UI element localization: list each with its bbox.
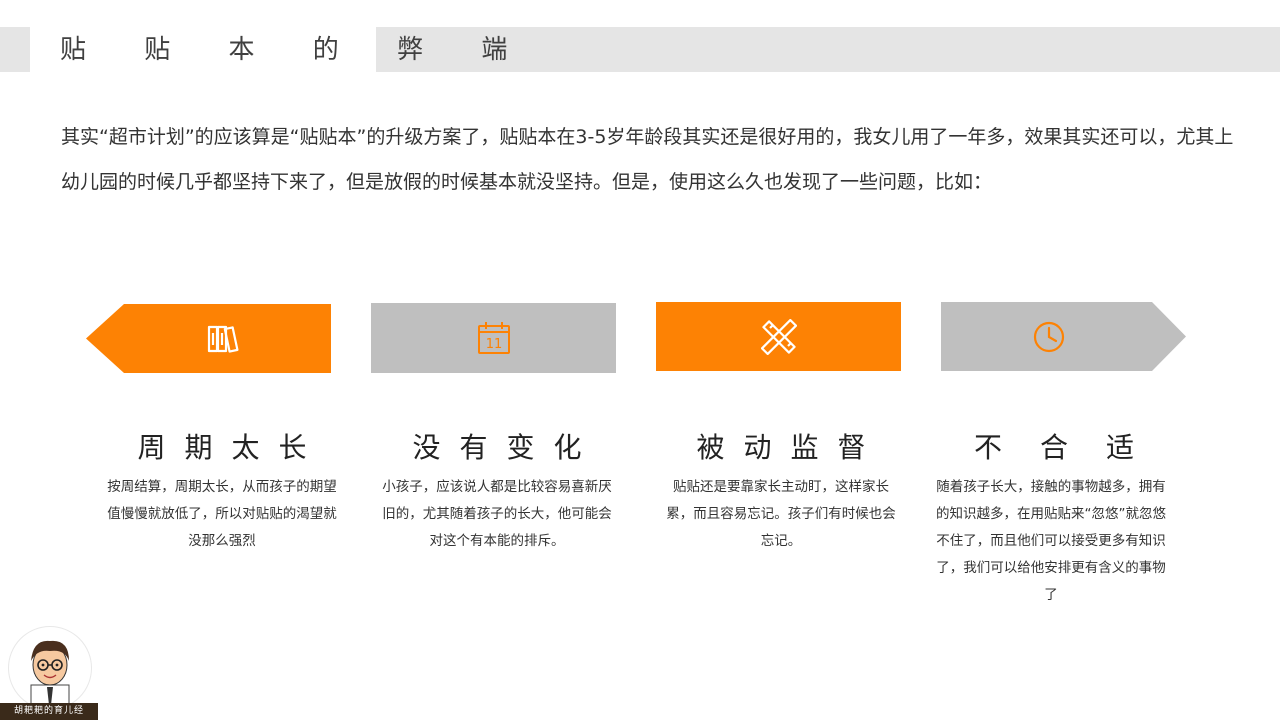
step-banner-1 — [86, 304, 331, 373]
card-passive-supervision: 被动监督 贴贴还是要靠家长主动盯，这样家长累，而且容易忘记。孩子们有时候也会忘记… — [666, 428, 896, 555]
card-body: 按周结算，周期太长，从而孩子的期望值慢慢就放低了，所以对贴贴的渴望就没那么强烈 — [107, 479, 337, 549]
books-icon — [207, 325, 239, 353]
step-banner-3 — [656, 302, 901, 371]
brand-label: 胡耙耙的育儿经 — [0, 703, 98, 720]
card-unsuitable: 不合适 随着孩子长大，接触的事物越多，拥有的知识越多，在用贴贴来“忽悠”就忽悠不… — [936, 428, 1166, 609]
card-body: 贴贴还是要靠家长主动盯，这样家长累，而且容易忘记。孩子们有时候也会忘记。 — [666, 479, 896, 549]
step-banner-2: 11 — [371, 303, 616, 373]
card-body: 小孩子，应该说人都是比较容易喜新厌旧的，尤其随着孩子的长大，他可能会对这个有本能… — [382, 479, 612, 549]
card-heading: 被动监督 — [696, 431, 885, 464]
card-heading: 周期太长 — [137, 431, 326, 464]
intro-paragraph: 其实“超市计划”的应该算是“贴贴本”的升级方案了，贴贴本在3-5岁年龄段其实还是… — [61, 126, 1234, 193]
step-banner-4 — [941, 302, 1186, 371]
calendar-day: 11 — [485, 337, 502, 352]
card-long-cycle: 周期太长 按周结算，周期太长，从而孩子的期望值慢慢就放低了，所以对贴贴的渴望就没… — [107, 428, 337, 555]
calendar-icon: 11 — [477, 322, 510, 354]
card-body: 随着孩子长大，接触的事物越多，拥有的知识越多，在用贴贴来“忽悠”就忽悠不住了，而… — [936, 479, 1166, 603]
card-no-change: 没有变化 小孩子，应该说人都是比较容易喜新厌旧的，尤其随着孩子的长大，他可能会对… — [382, 428, 612, 555]
pencil-ruler-icon — [760, 318, 797, 355]
page-title: 贴 贴 本 的 弊 端 — [60, 35, 533, 65]
card-heading: 没有变化 — [412, 431, 601, 464]
card-heading: 不合适 — [974, 431, 1173, 464]
avatar — [8, 626, 92, 710]
clock-icon — [1031, 319, 1067, 355]
cartoon-avatar-icon — [30, 640, 70, 709]
